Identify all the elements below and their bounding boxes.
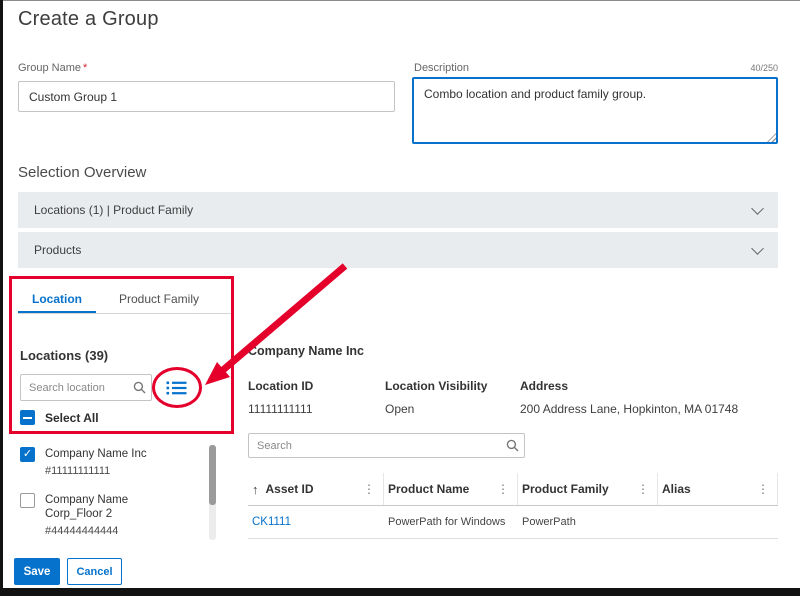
- select-all-checkbox[interactable]: [20, 410, 35, 425]
- frame-border-left: [0, 0, 3, 596]
- tab-location[interactable]: Location: [18, 284, 96, 313]
- select-all-row: Select All: [20, 410, 99, 425]
- left-panel-tabstrip: Location Product Family: [18, 284, 232, 314]
- field-value: Open: [385, 402, 487, 416]
- search-icon: [133, 381, 146, 394]
- required-asterisk: *: [83, 62, 87, 74]
- field-value: 200 Address Lane, Hopkinton, MA 01748: [520, 402, 738, 416]
- selection-overview-heading: Selection Overview: [18, 164, 146, 181]
- tab-product-family[interactable]: Product Family: [96, 284, 222, 313]
- company-name: Company Name Inc: [248, 344, 364, 358]
- address-field: Address 200 Address Lane, Hopkinton, MA …: [520, 379, 738, 416]
- accordion-label: Products: [34, 243, 81, 257]
- field-label: Location ID: [248, 379, 313, 393]
- create-group-page: Create a Group Group Name* Description 4…: [0, 0, 800, 596]
- save-button[interactable]: Save: [14, 558, 60, 585]
- column-menu-icon[interactable]: ⋮: [361, 482, 377, 496]
- assets-table: ↑ Asset ID ⋮ Product Name ⋮ Product Fami…: [248, 473, 778, 539]
- accordion-locations-product-family[interactable]: Locations (1) | Product Family: [18, 192, 778, 228]
- locations-count-heading: Locations (39): [20, 348, 108, 363]
- annotation-arrow: [190, 258, 360, 393]
- column-header-asset-id[interactable]: ↑ Asset ID ⋮: [248, 473, 384, 505]
- cancel-button[interactable]: Cancel: [67, 558, 122, 585]
- frame-border-bottom: [0, 588, 800, 596]
- frame-border-top: [0, 0, 800, 1]
- asset-id-link[interactable]: CK1111: [248, 516, 384, 528]
- sort-ascending-icon: ↑: [252, 482, 259, 497]
- location-id: #11111111111: [45, 465, 147, 478]
- search-icon: [506, 439, 519, 452]
- column-menu-icon[interactable]: ⋮: [635, 482, 651, 496]
- table-row: CK1111 PowerPath for Windows PowerPath: [248, 506, 778, 539]
- location-name: Company Name Corp_Floor 2: [45, 493, 145, 521]
- list-item: ✓ Company Name Inc #11111111111: [20, 447, 206, 478]
- accordion-products[interactable]: Products: [18, 232, 778, 268]
- location-search: [20, 374, 152, 401]
- location-visibility-field: Location Visibility Open: [385, 379, 487, 416]
- column-menu-icon[interactable]: ⋮: [495, 482, 511, 496]
- list-view-button[interactable]: [161, 374, 191, 401]
- table-header-row: ↑ Asset ID ⋮ Product Name ⋮ Product Fami…: [248, 473, 778, 506]
- field-label: Location Visibility: [385, 379, 487, 393]
- field-value: 11111111111: [248, 402, 313, 416]
- group-name-label: Group Name*: [18, 62, 87, 74]
- accordion-label: Locations (1) | Product Family: [34, 203, 193, 217]
- location-checkbox-checked[interactable]: ✓: [20, 447, 35, 462]
- location-name: Company Name Inc: [45, 447, 147, 461]
- page-title: Create a Group: [18, 8, 159, 31]
- char-counter: 40/250: [414, 63, 778, 73]
- column-header-alias[interactable]: Alias ⋮: [658, 473, 778, 505]
- description-textarea[interactable]: Combo location and product family group.: [412, 77, 778, 144]
- list-item: Company Name Corp_Floor 2 #44444444444: [20, 493, 206, 538]
- location-id: #44444444444: [45, 525, 145, 538]
- chevron-down-icon: [751, 242, 764, 255]
- column-header-product-family[interactable]: Product Family ⋮: [518, 473, 658, 505]
- chevron-down-icon: [751, 202, 764, 215]
- location-checkbox-unchecked[interactable]: [20, 493, 35, 508]
- select-all-label: Select All: [45, 411, 99, 425]
- location-id-field: Location ID 11111111111: [248, 379, 313, 416]
- locations-list: ✓ Company Name Inc #11111111111 Company …: [20, 447, 206, 540]
- asset-search-input[interactable]: [248, 433, 525, 458]
- list-scrollbar[interactable]: [209, 445, 216, 540]
- product-family-cell: PowerPath: [518, 516, 658, 528]
- bulleted-list-icon: [166, 380, 187, 396]
- group-name-input[interactable]: [18, 81, 395, 112]
- column-menu-icon[interactable]: ⋮: [755, 482, 771, 496]
- field-label: Address: [520, 379, 738, 393]
- asset-search: [248, 433, 525, 458]
- list-scrollbar-thumb[interactable]: [209, 445, 216, 505]
- product-name-cell: PowerPath for Windows: [384, 516, 518, 528]
- column-header-product-name[interactable]: Product Name ⋮: [384, 473, 518, 505]
